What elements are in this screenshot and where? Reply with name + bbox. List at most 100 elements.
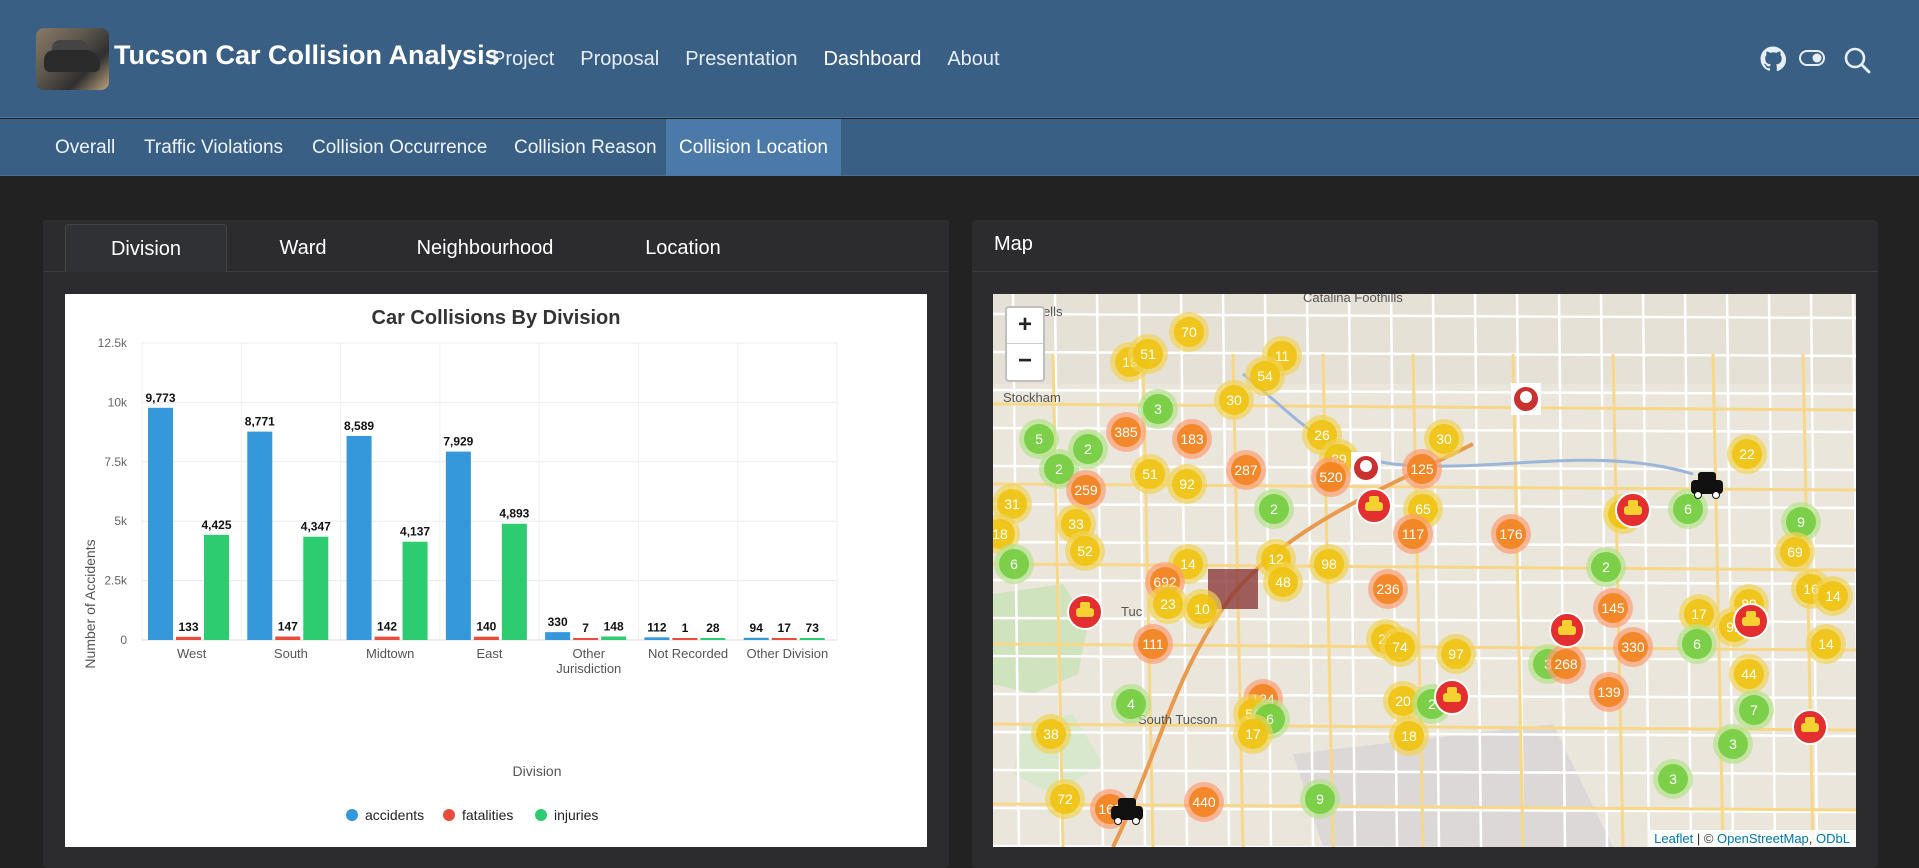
crash-marker-icon[interactable] <box>1792 709 1828 745</box>
bar-value-label: 73 <box>806 621 820 635</box>
map-place-label: Tuc <box>1121 604 1143 619</box>
osm-link[interactable]: OpenStreetMap <box>1717 831 1809 846</box>
bar-fatalities[interactable] <box>672 638 698 640</box>
crash-marker-icon[interactable] <box>1434 679 1470 715</box>
cluster-count: 2 <box>1270 501 1278 517</box>
map-canvas[interactable]: Catalina Foothills Stockham Tuc South Tucso… <box>993 294 1856 847</box>
github-icon[interactable] <box>1760 46 1786 72</box>
legend-label-injuries[interactable]: injuries <box>554 807 598 823</box>
chart-svg: Car Collisions By Division 02.5k5k7.5k10… <box>82 307 838 823</box>
cluster-count: 330 <box>1621 639 1645 655</box>
bar-injuries[interactable] <box>303 536 329 640</box>
panel-tabs: Division Ward Neighbourhood Location <box>43 220 949 272</box>
bar-accidents[interactable] <box>743 637 769 640</box>
bar-fatalities[interactable] <box>176 636 201 640</box>
nav-project[interactable]: Project <box>492 48 554 71</box>
x-tick-label: Other Division <box>747 646 829 661</box>
crash-marker-icon[interactable] <box>1733 603 1769 639</box>
cluster-count: 14 <box>1180 556 1196 572</box>
x-tick-label: East <box>476 646 502 661</box>
cluster-count: 6 <box>1684 501 1692 517</box>
bar-fatalities[interactable] <box>573 638 599 640</box>
legend-marker-accidents[interactable] <box>346 809 358 821</box>
bar-value-label: 1 <box>682 621 689 635</box>
subnav-traffic-violations[interactable]: Traffic Violations <box>144 119 283 176</box>
cluster-count: 52 <box>1077 543 1093 559</box>
nav-about[interactable]: About <box>947 48 999 71</box>
fatality-marker-icon[interactable] <box>1351 452 1381 484</box>
crash-marker-icon[interactable] <box>1356 488 1392 524</box>
cluster-count: 31 <box>1004 496 1020 512</box>
cluster-count: 18 <box>993 526 1008 542</box>
bar-injuries[interactable] <box>204 534 229 640</box>
chart-grid <box>141 342 838 641</box>
cluster-count: 72 <box>1057 791 1073 807</box>
attribution-comma: , <box>1808 831 1817 846</box>
legend-label-fatalities[interactable]: fatalities <box>462 807 513 823</box>
cluster-count: 6 <box>1693 636 1701 652</box>
cluster-count: 3 <box>1729 736 1737 752</box>
map-attribution: Leaflet | © OpenStreetMap, ODbL <box>1648 830 1856 847</box>
cluster-count: 17 <box>1245 726 1261 742</box>
subnav-overall[interactable]: Overall <box>55 119 115 176</box>
cluster-count: 38 <box>1043 726 1059 742</box>
bar-accidents[interactable] <box>445 451 471 640</box>
x-axis-categories: West South Midtown East OtherJurisdiction Not… <box>177 646 828 676</box>
bar-value-label: 148 <box>604 619 624 633</box>
odbl-link[interactable]: ODbL <box>1816 831 1850 846</box>
x-tick-label: South <box>274 646 308 661</box>
legend-marker-injuries[interactable] <box>535 809 547 821</box>
theme-toggle-icon[interactable] <box>1799 49 1825 67</box>
bar-injuries[interactable] <box>601 636 627 640</box>
bar-accidents[interactable] <box>644 637 670 640</box>
nav-proposal[interactable]: Proposal <box>580 48 659 71</box>
bar-injuries[interactable] <box>700 638 726 640</box>
leaflet-link[interactable]: Leaflet <box>1654 831 1693 846</box>
bar-accidents[interactable] <box>148 407 173 640</box>
cluster-count: 9 <box>1316 791 1324 807</box>
bar-fatalities[interactable] <box>473 636 499 640</box>
tab-ward[interactable]: Ward <box>239 224 367 272</box>
bar-fatalities[interactable] <box>275 636 301 640</box>
bar-injuries[interactable] <box>402 541 428 640</box>
nav-presentation[interactable]: Presentation <box>685 48 797 71</box>
bar-accidents[interactable] <box>545 632 571 640</box>
subnav-collision-location[interactable]: Collision Location <box>666 119 841 176</box>
subnav-collision-reason[interactable]: Collision Reason <box>514 119 657 176</box>
map-place-label: Catalina Foothills <box>1303 294 1403 305</box>
legend-marker-fatalities[interactable] <box>443 809 455 821</box>
tab-neighbourhood[interactable]: Neighbourhood <box>379 224 591 272</box>
cluster-count: 54 <box>1257 368 1273 384</box>
crash-marker-icon[interactable] <box>1549 612 1585 648</box>
cluster-count: 145 <box>1601 600 1625 616</box>
y-tick-label: 2.5k <box>104 574 128 588</box>
bar-accidents[interactable] <box>247 431 273 640</box>
bar-value-label: 8,589 <box>344 419 374 433</box>
fatality-marker-icon[interactable] <box>1511 383 1541 415</box>
bar-value-label: 133 <box>178 620 198 634</box>
legend-label-accidents[interactable]: accidents <box>365 807 424 823</box>
nav-dashboard[interactable]: Dashboard <box>823 48 921 71</box>
zoom-out-button[interactable]: − <box>1007 344 1043 380</box>
search-icon[interactable] <box>1843 46 1871 74</box>
crash-marker-icon[interactable] <box>1615 492 1651 528</box>
crash-marker-icon[interactable] <box>1067 594 1103 630</box>
map-title: Map <box>994 233 1033 255</box>
cluster-count: 2 <box>1602 559 1610 575</box>
chart-legend: accidents fatalities injuries <box>346 807 598 823</box>
bar-value-label: 17 <box>778 621 792 635</box>
subnav-collision-occurrence[interactable]: Collision Occurrence <box>312 119 487 176</box>
bar-accidents[interactable] <box>346 435 372 640</box>
app-logo[interactable] <box>36 28 109 90</box>
bar-injuries[interactable] <box>501 523 527 640</box>
tab-division[interactable]: Division <box>65 224 227 272</box>
brand-title[interactable]: Tucson Car Collision Analysis <box>114 40 500 71</box>
cluster-count: 98 <box>1321 556 1337 572</box>
zoom-in-button[interactable]: + <box>1007 308 1043 344</box>
bar-fatalities[interactable] <box>771 638 797 640</box>
bar-value-label: 330 <box>548 615 568 629</box>
tab-location[interactable]: Location <box>603 224 763 272</box>
bar-injuries[interactable] <box>799 638 825 640</box>
bar-fatalities[interactable] <box>374 636 400 640</box>
collision-map[interactable]: Catalina Foothills Stockham Tuc South Tucso… <box>993 294 1856 847</box>
